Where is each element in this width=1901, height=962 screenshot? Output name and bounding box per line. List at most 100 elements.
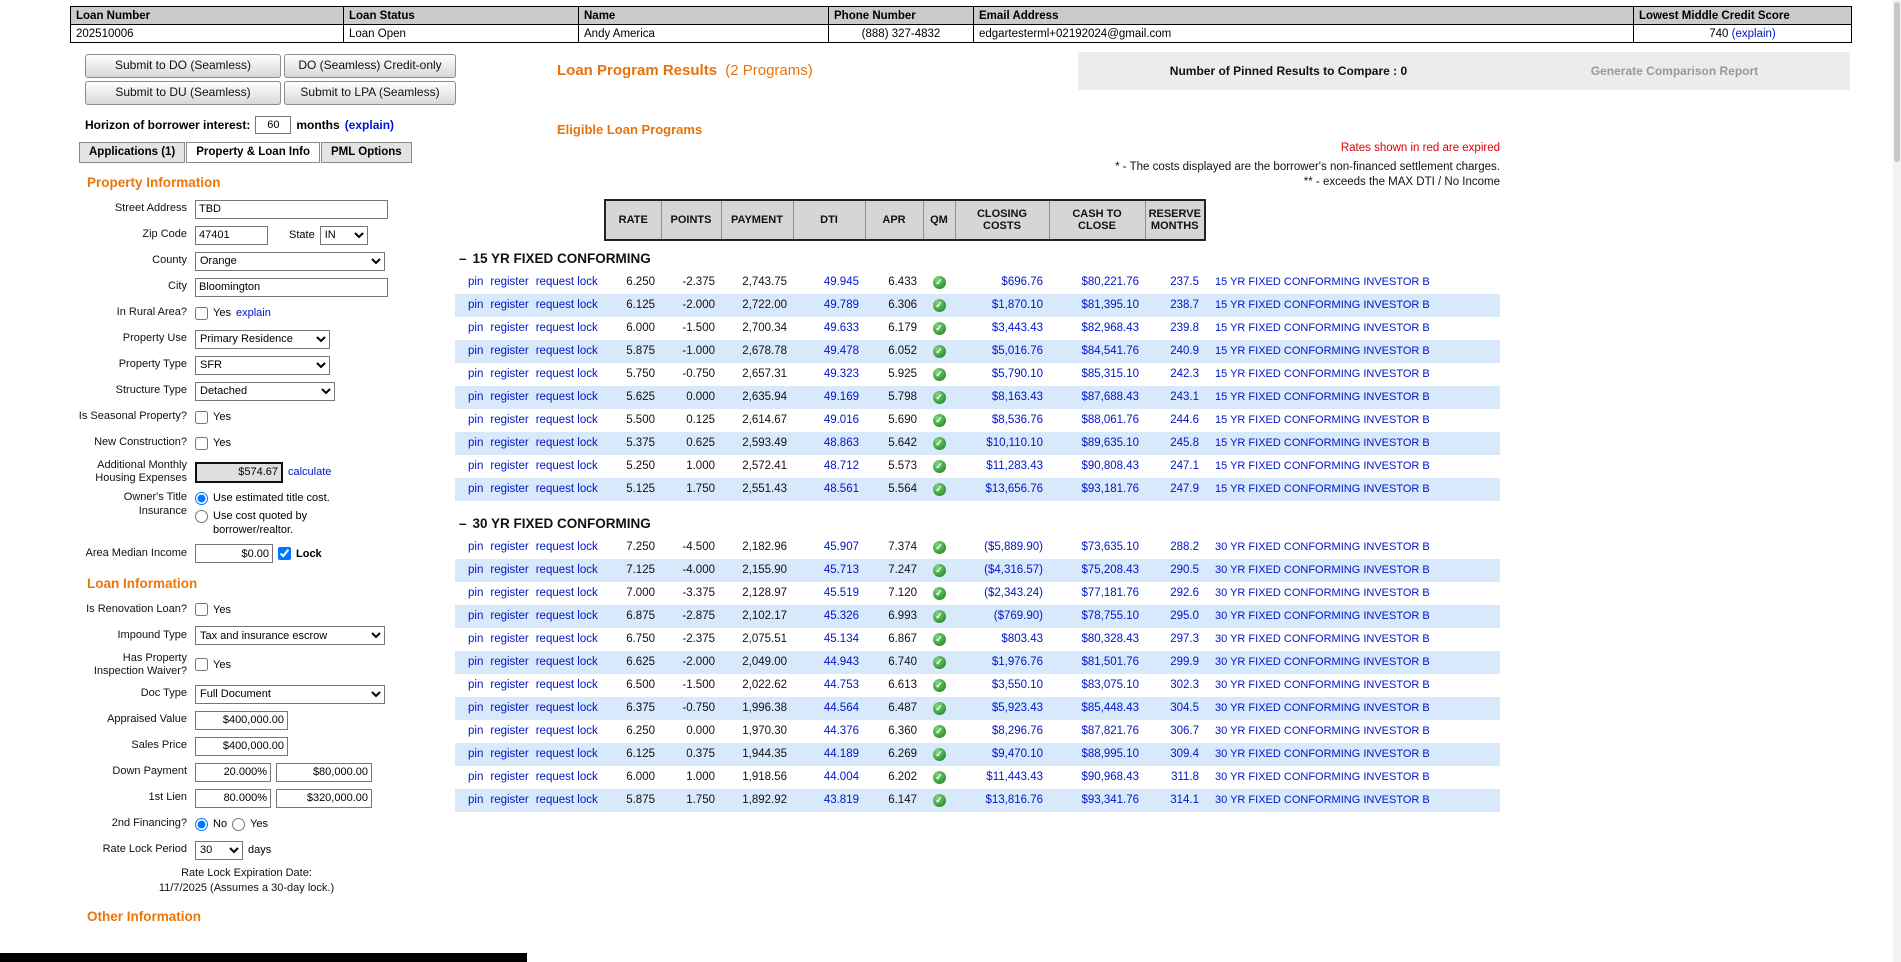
program-name-link[interactable]: 15 YR FIXED CONFORMING INVESTOR B bbox=[1215, 391, 1430, 403]
reserve-months-link[interactable]: 299.9 bbox=[1170, 656, 1199, 668]
closing-costs-link[interactable]: ($4,316.57) bbox=[984, 564, 1043, 576]
reserve-months-link[interactable]: 302.3 bbox=[1170, 679, 1199, 691]
pin-link[interactable]: pin bbox=[468, 391, 483, 403]
request-lock-link[interactable]: request lock bbox=[536, 587, 598, 599]
register-link[interactable]: register bbox=[490, 345, 528, 357]
pin-link[interactable]: pin bbox=[468, 771, 483, 783]
dti-link[interactable]: 44.004 bbox=[824, 771, 859, 783]
register-link[interactable]: register bbox=[490, 656, 528, 668]
request-lock-link[interactable]: request lock bbox=[536, 414, 598, 426]
program-name-link[interactable]: 15 YR FIXED CONFORMING INVESTOR B bbox=[1215, 460, 1430, 472]
reserve-months-link[interactable]: 243.1 bbox=[1170, 391, 1199, 403]
dti-link[interactable]: 44.753 bbox=[824, 679, 859, 691]
program-name-link[interactable]: 30 YR FIXED CONFORMING INVESTOR B bbox=[1215, 771, 1430, 783]
program-name-link[interactable]: 30 YR FIXED CONFORMING INVESTOR B bbox=[1215, 748, 1430, 760]
register-link[interactable]: register bbox=[490, 299, 528, 311]
request-lock-link[interactable]: request lock bbox=[536, 368, 598, 380]
rural-area-checkbox[interactable] bbox=[195, 307, 208, 320]
reserve-months-link[interactable]: 245.8 bbox=[1170, 437, 1199, 449]
first-lien-amount-input[interactable] bbox=[276, 789, 372, 808]
pin-link[interactable]: pin bbox=[468, 299, 483, 311]
reserve-months-link[interactable]: 242.3 bbox=[1170, 368, 1199, 380]
do-credit-only-button[interactable]: DO (Seamless) Credit-only bbox=[284, 54, 456, 78]
register-link[interactable]: register bbox=[490, 725, 528, 737]
reserve-months-link[interactable]: 309.4 bbox=[1170, 748, 1199, 760]
sales-price-input[interactable] bbox=[195, 737, 288, 756]
cash-to-close-link[interactable]: $80,221.76 bbox=[1081, 276, 1139, 288]
program-name-link[interactable]: 30 YR FIXED CONFORMING INVESTOR B bbox=[1215, 610, 1430, 622]
renovation-loan-checkbox[interactable] bbox=[195, 603, 208, 616]
cash-to-close-link[interactable]: $80,328.43 bbox=[1081, 633, 1139, 645]
closing-costs-link[interactable]: $5,790.10 bbox=[992, 368, 1043, 380]
reserve-months-link[interactable]: 297.3 bbox=[1170, 633, 1199, 645]
request-lock-link[interactable]: request lock bbox=[536, 276, 598, 288]
dti-link[interactable]: 45.713 bbox=[824, 564, 859, 576]
dti-link[interactable]: 49.478 bbox=[824, 345, 859, 357]
closing-costs-link[interactable]: $11,283.43 bbox=[986, 460, 1043, 472]
dti-link[interactable]: 48.712 bbox=[824, 460, 859, 472]
doc-type-select[interactable]: Full Document bbox=[195, 685, 385, 704]
pin-link[interactable]: pin bbox=[468, 541, 483, 553]
scrollbar-thumb[interactable] bbox=[1894, 2, 1900, 162]
dti-link[interactable]: 44.564 bbox=[824, 702, 859, 714]
register-link[interactable]: register bbox=[490, 483, 528, 495]
closing-costs-link[interactable]: $696.76 bbox=[1001, 276, 1043, 288]
tab-applications[interactable]: Applications (1) bbox=[79, 142, 185, 163]
title-insurance-quoted-option[interactable]: Use cost quoted by borrower/realtor. bbox=[195, 510, 331, 538]
tab-pml-options[interactable]: PML Options bbox=[321, 142, 412, 163]
closing-costs-link[interactable]: ($2,343.24) bbox=[984, 587, 1043, 599]
additional-expenses-input[interactable] bbox=[195, 462, 283, 483]
reserve-months-link[interactable]: 311.8 bbox=[1171, 771, 1199, 783]
structure-type-select[interactable]: Detached bbox=[195, 382, 335, 401]
dti-link[interactable]: 44.376 bbox=[824, 725, 859, 737]
reserve-months-link[interactable]: 292.6 bbox=[1170, 587, 1199, 599]
pin-link[interactable]: pin bbox=[468, 414, 483, 426]
request-lock-link[interactable]: request lock bbox=[536, 748, 598, 760]
reserve-months-link[interactable]: 247.9 bbox=[1170, 483, 1199, 495]
program-name-link[interactable]: 30 YR FIXED CONFORMING INVESTOR B bbox=[1215, 794, 1430, 806]
calculate-link[interactable]: calculate bbox=[288, 466, 331, 478]
cash-to-close-link[interactable]: $81,501.76 bbox=[1081, 656, 1139, 668]
pin-link[interactable]: pin bbox=[468, 725, 483, 737]
dti-link[interactable]: 49.789 bbox=[824, 299, 859, 311]
title-insurance-estimated-option[interactable]: Use estimated title cost. bbox=[195, 492, 331, 506]
request-lock-link[interactable]: request lock bbox=[536, 391, 598, 403]
reserve-months-link[interactable]: 290.5 bbox=[1170, 564, 1199, 576]
pin-link[interactable]: pin bbox=[468, 702, 483, 714]
dti-link[interactable]: 45.134 bbox=[824, 633, 859, 645]
cash-to-close-link[interactable]: $88,995.10 bbox=[1081, 748, 1139, 760]
request-lock-link[interactable]: request lock bbox=[536, 322, 598, 334]
register-link[interactable]: register bbox=[490, 368, 528, 380]
closing-costs-link[interactable]: $10,110.10 bbox=[986, 437, 1043, 449]
title-insurance-estimated-radio[interactable] bbox=[195, 492, 208, 505]
appraised-value-input[interactable] bbox=[195, 711, 288, 730]
register-link[interactable]: register bbox=[490, 587, 528, 599]
dti-link[interactable]: 49.633 bbox=[824, 322, 859, 334]
register-link[interactable]: register bbox=[490, 460, 528, 472]
credit-score-explain-link[interactable]: (explain) bbox=[1732, 28, 1776, 40]
program-name-link[interactable]: 15 YR FIXED CONFORMING INVESTOR B bbox=[1215, 437, 1430, 449]
down-payment-amount-input[interactable] bbox=[276, 763, 372, 782]
request-lock-link[interactable]: request lock bbox=[536, 656, 598, 668]
request-lock-link[interactable]: request lock bbox=[536, 345, 598, 357]
program-name-link[interactable]: 30 YR FIXED CONFORMING INVESTOR B bbox=[1215, 702, 1430, 714]
program-name-link[interactable]: 15 YR FIXED CONFORMING INVESTOR B bbox=[1215, 299, 1430, 311]
closing-costs-link[interactable]: ($5,889.90) bbox=[984, 541, 1043, 553]
dti-link[interactable]: 44.189 bbox=[824, 748, 859, 760]
new-construction-checkbox[interactable] bbox=[195, 437, 208, 450]
reserve-months-link[interactable]: 244.6 bbox=[1170, 414, 1199, 426]
reserve-months-link[interactable]: 304.5 bbox=[1170, 702, 1199, 714]
dti-link[interactable]: 49.323 bbox=[824, 368, 859, 380]
reserve-months-link[interactable]: 306.7 bbox=[1170, 725, 1199, 737]
cash-to-close-link[interactable]: $85,315.10 bbox=[1081, 368, 1139, 380]
program-name-link[interactable]: 30 YR FIXED CONFORMING INVESTOR B bbox=[1215, 633, 1430, 645]
down-payment-percent-input[interactable] bbox=[195, 763, 271, 782]
cash-to-close-link[interactable]: $85,448.43 bbox=[1081, 702, 1139, 714]
closing-costs-link[interactable]: $803.43 bbox=[1001, 633, 1043, 645]
register-link[interactable]: register bbox=[490, 414, 528, 426]
cash-to-close-link[interactable]: $81,395.10 bbox=[1081, 299, 1139, 311]
property-type-select[interactable]: SFR bbox=[195, 356, 330, 375]
closing-costs-link[interactable]: $1,870.10 bbox=[992, 299, 1043, 311]
register-link[interactable]: register bbox=[490, 679, 528, 691]
request-lock-link[interactable]: request lock bbox=[536, 633, 598, 645]
